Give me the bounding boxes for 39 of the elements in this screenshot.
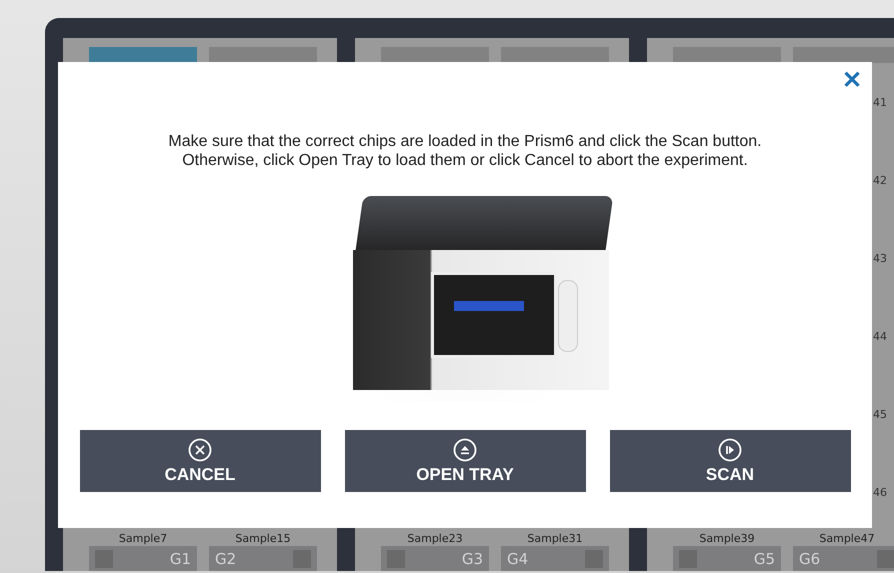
group-label: G3 [462,550,483,568]
chip-tile[interactable]: G5 [673,546,781,571]
instruction-text: Otherwise, click Open Tray to load them or click Cancel to abort the experiment. [181,151,749,170]
plate-tab[interactable] [209,47,317,63]
plate-tab[interactable] [793,47,894,63]
sample-label: Sample47 [818,532,876,546]
chip-tile[interactable]: G4 [501,546,609,571]
sample-label: 46 [873,486,887,500]
chip-tile[interactable]: G6 [793,546,894,571]
sample-label: 41 [873,96,887,109]
plate-tab[interactable] [381,47,489,63]
plate-tab[interactable] [673,47,781,63]
plate-tab[interactable] [501,47,609,63]
group-label: G4 [507,550,528,568]
group-label: G5 [754,550,775,568]
close-button[interactable]: ✕ [838,66,866,95]
cancel-button[interactable]: CANCEL [80,430,320,492]
sample-label: Sample7 [118,532,168,546]
eject-icon [453,438,477,462]
group-label: G6 [799,550,820,568]
sample-label: Sample39 [698,532,756,546]
sample-label: Sample23 [406,532,464,546]
play-icon [718,438,742,462]
chip-tile[interactable]: G3 [381,546,489,571]
sample-label: 43 [873,252,887,265]
group-label: G2 [215,550,236,568]
sample-label: Sample31 [526,532,584,546]
sample-label: Sample15 [234,532,292,546]
plate-tab[interactable] [89,47,197,63]
instruction-text: Make sure that the correct chips are loaded in the Prism6 and click the Scan button. [168,132,762,151]
chip-tile[interactable]: G1 [89,546,197,571]
eject-button[interactable]: OPEN TRAY [344,430,586,492]
scan-button[interactable]: SCAN [610,430,850,492]
chip-tile[interactable]: G2 [209,546,317,571]
sample-label: 44 [873,330,887,344]
group-label: G1 [170,550,191,568]
sample-label: 45 [873,408,887,422]
close-icon [188,438,212,462]
sample-label: 42 [873,174,887,187]
